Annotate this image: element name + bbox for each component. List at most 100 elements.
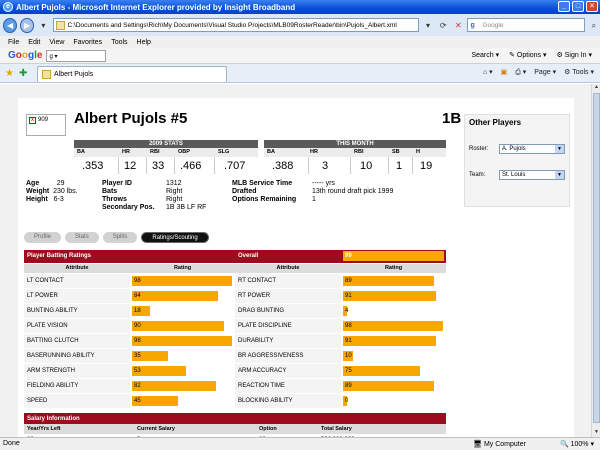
- stat-value: 33: [152, 160, 165, 172]
- salary-column-header: Year/Yrs Left Current Salary Option Tota…: [24, 424, 446, 434]
- rating-bar: 4: [343, 305, 349, 316]
- rating-bar: 75: [343, 365, 420, 376]
- stat-value: 10: [360, 160, 373, 172]
- broken-image-icon: x: [29, 117, 36, 124]
- rating-bar: 91: [343, 335, 436, 346]
- stat-col: H: [416, 149, 420, 155]
- stat-col: HR: [122, 149, 130, 155]
- back-button[interactable]: ◀: [3, 17, 18, 33]
- tab-albert-pujols[interactable]: Albert Pujols: [37, 66, 227, 82]
- bio-player-id: 1312: [166, 180, 182, 187]
- bio-throws: Right: [166, 196, 183, 203]
- menu-help[interactable]: Help: [137, 39, 151, 46]
- roster-label: Roster:: [469, 146, 489, 152]
- salary-header-row: Salary Information: [24, 413, 446, 424]
- rating-cell: 45: [130, 393, 235, 409]
- maximize-button[interactable]: □: [572, 1, 584, 12]
- rating-bar: 91: [343, 290, 436, 301]
- menu-view[interactable]: View: [49, 39, 64, 46]
- stat-col: BA: [77, 149, 85, 155]
- minimize-button[interactable]: _: [558, 1, 570, 12]
- rating-row: PLATE VISION 90 PLATE DISCIPLINE 98: [24, 318, 446, 334]
- rating-attribute: BASERUNNING ABILITY: [24, 348, 130, 364]
- address-input[interactable]: C:\Documents and Settings\Rich\My Docume…: [52, 18, 419, 32]
- menu-tools[interactable]: Tools: [111, 39, 127, 46]
- rating-cell: 18: [130, 303, 235, 319]
- rating-attribute: DURABILITY: [235, 333, 341, 349]
- stats-2009-columns: BA HR RBI OBP SLG: [74, 148, 258, 157]
- address-toolbar: ◀ ▶ ▾ C:\Documents and Settings\Rich\My …: [0, 14, 600, 36]
- window-titlebar: e Albert Pujols - Microsoft Internet Exp…: [0, 0, 600, 14]
- stat-value: 1: [396, 160, 403, 172]
- menu-edit[interactable]: Edit: [28, 39, 40, 46]
- menu-favorites[interactable]: Favorites: [73, 39, 102, 46]
- tab-profile[interactable]: Profile: [24, 232, 62, 243]
- print-icon[interactable]: ⎙ ▾: [515, 68, 526, 77]
- rating-row: LT POWER 84 RT POWER 91: [24, 288, 446, 304]
- search-input[interactable]: g Google: [467, 18, 585, 32]
- scroll-up-icon[interactable]: ▲: [593, 84, 600, 92]
- tab-stats[interactable]: Stats: [65, 232, 99, 243]
- rating-cell: 75: [341, 363, 446, 379]
- close-button[interactable]: ✕: [586, 1, 598, 12]
- menu-bar: File Edit View Favorites Tools Help: [0, 36, 600, 48]
- other-players-panel: Other Players Roster: A. Pujols ▼ Team: …: [464, 114, 570, 207]
- status-bar: Done 🖥 My Computer 🔍 100% ▾: [0, 437, 600, 450]
- tab-ratings-scouting[interactable]: Ratings/Scouting: [141, 232, 209, 243]
- feeds-icon[interactable]: ▣: [501, 68, 508, 77]
- bio-physical: Age 29 Weight 230 lbs. Height 6-3: [26, 180, 78, 203]
- rating-cell: 91: [341, 333, 446, 349]
- batting-ratings-title: Player Batting Ratings: [24, 250, 235, 264]
- stat-col: SB: [392, 149, 400, 155]
- stat-value: .707: [224, 160, 246, 172]
- stop-icon[interactable]: ✕: [452, 19, 464, 32]
- stats-month-header: THIS MONTH: [264, 140, 446, 148]
- refresh-icon[interactable]: ⟳: [437, 19, 449, 32]
- rating-cell: 90: [130, 318, 235, 334]
- rating-bar: 45: [132, 395, 178, 406]
- team-select[interactable]: St. Louis ▼: [499, 170, 565, 180]
- google-signin-button[interactable]: ⚙ Sign In ▾: [557, 51, 593, 59]
- rating-row: BUNTING ABILITY 18 DRAG BUNTING 4: [24, 303, 446, 319]
- history-dropdown-icon[interactable]: ▾: [37, 19, 49, 32]
- google-toolbar-search-input[interactable]: g ▾: [46, 49, 107, 62]
- tab-splits[interactable]: Splits: [102, 232, 138, 243]
- bio-options: 1: [312, 196, 316, 203]
- page-icon: [42, 70, 51, 79]
- rating-bar: 0: [343, 395, 349, 406]
- stat-col: RBI: [354, 149, 364, 155]
- rating-row: LT CONTACT 98 RT CONTACT 89: [24, 273, 446, 289]
- team-label: Team:: [469, 172, 486, 178]
- stats-month-values: .388 3 10 1 19: [264, 157, 446, 174]
- bio-values: 1312 Right Right 1B 3B LF RF: [166, 180, 206, 212]
- bio-weight: 230 lbs.: [53, 188, 78, 195]
- roster-select[interactable]: A. Pujols ▼: [499, 144, 565, 154]
- google-search-button[interactable]: Search ▾: [471, 51, 499, 59]
- stat-value: 12: [124, 160, 137, 172]
- favorites-star-icon[interactable]: ★: [5, 68, 14, 79]
- vertical-scrollbar[interactable]: ▲ ▼: [591, 84, 600, 437]
- search-go-icon[interactable]: ⌕: [588, 19, 600, 32]
- scrollbar-thumb[interactable]: [593, 93, 600, 423]
- tools-menu[interactable]: ⚙ Tools ▾: [564, 68, 594, 77]
- window-title: Albert Pujols - Microsoft Internet Explo…: [16, 2, 296, 12]
- page-menu[interactable]: Page ▾: [534, 68, 556, 77]
- zoom-control[interactable]: 🔍 100% ▾: [560, 440, 594, 448]
- menu-file[interactable]: File: [8, 39, 19, 46]
- rating-attribute: PLATE VISION: [24, 318, 130, 334]
- scroll-down-icon[interactable]: ▼: [593, 429, 600, 437]
- bio-secondary-pos: 1B 3B LF RF: [166, 204, 207, 211]
- google-options-button[interactable]: ✎ Options ▾: [509, 51, 546, 59]
- bio-drafted: 13th round draft pick 1999: [312, 188, 394, 195]
- add-favorites-icon[interactable]: ✚: [19, 68, 27, 79]
- rating-cell: 10: [341, 348, 446, 364]
- rating-attribute: BR AGGRESSIVENESS: [235, 348, 341, 364]
- stats-month-block: THIS MONTH BA HR RBI SB H .388 3 10 1 19: [264, 140, 446, 174]
- tab-bar: ★ ✚ Albert Pujols ⌂ ▾ ▣ ⎙ ▾ Page ▾ ⚙ Too…: [0, 64, 600, 83]
- rating-attribute: BLOCKING ABILITY: [235, 393, 341, 409]
- rating-bar: 89: [343, 275, 434, 286]
- address-dropdown-icon[interactable]: ▾: [422, 19, 434, 32]
- forward-button[interactable]: ▶: [20, 17, 35, 33]
- google-logo: Google: [8, 50, 43, 61]
- home-icon[interactable]: ⌂ ▾: [483, 68, 493, 77]
